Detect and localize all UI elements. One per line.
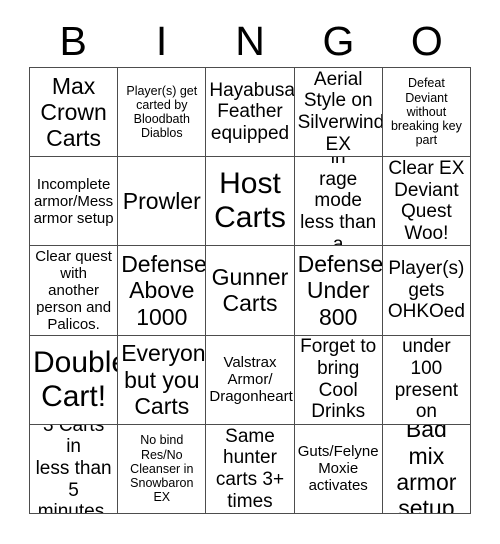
bingo-cell[interactable]: Defense Above 1000 <box>118 246 207 336</box>
bingo-cell[interactable]: Hayabusa Feather equipped <box>206 68 295 158</box>
bingo-cell-text: Defense Under 800 <box>297 251 383 330</box>
bingo-cell[interactable]: Prowler <box>118 157 207 247</box>
bingo-cell[interactable]: Guts/Felyne Moxie activates <box>294 424 383 514</box>
bingo-cell-text: Aerial Style on Silverwind EX <box>297 68 383 155</box>
bingo-cell-text: Incomplete armor/Mess armor setup <box>33 175 114 227</box>
bingo-cell-text: Host Carts <box>214 167 286 235</box>
bingo-cell[interactable]: Defeat Deviant without breaking key part <box>382 68 471 158</box>
bingo-cell-text: HR under 100 present on EX post <box>393 336 460 424</box>
bingo-cell-text: Defense Above 1000 <box>121 251 207 330</box>
bingo-cell-text: Soulseer in rage mode less than a minute… <box>300 157 377 247</box>
bingo-cell-text: Double Cart! <box>33 345 117 413</box>
bingo-cell[interactable]: Clear quest with another person and Pali… <box>30 246 119 336</box>
bingo-cell[interactable]: Soulseer in rage mode less than a minute… <box>294 157 383 247</box>
bingo-cell[interactable]: Max Crown Carts <box>30 68 119 158</box>
bingo-header-letter-i: I <box>155 18 168 64</box>
bingo-cell[interactable]: Forget to bring Cool Drinks <box>294 335 383 425</box>
bingo-cell[interactable]: Gunner Carts <box>206 246 295 336</box>
bingo-cell-text: Gunner Carts <box>211 264 289 317</box>
bingo-cell-text: Prowler <box>122 188 201 215</box>
bingo-header-letter-g: G <box>322 18 355 64</box>
bingo-cell[interactable]: Aerial Style on Silverwind EX <box>294 68 383 158</box>
bingo-cell-text: Hayabusa Feather equipped <box>209 79 295 144</box>
bingo-cell[interactable]: Everyone but you Carts <box>118 335 207 425</box>
bingo-cell[interactable]: Player(s) get carted by Bloodbath Diablo… <box>118 68 207 158</box>
bingo-cell-text: 3 Carts in less than 5 minutes. <box>35 424 112 514</box>
bingo-cell-text: Everyone but you Carts <box>121 340 206 419</box>
bingo-cell[interactable]: Valstrax Armor/ Dragonheart <box>206 335 295 425</box>
bingo-cell[interactable]: Clear EX Deviant Quest Woo! <box>382 157 471 247</box>
bingo-cell[interactable]: Defense Under 800 <box>294 246 383 336</box>
bingo-card: B I N G O Max Crown Carts Player(s) get c… <box>0 0 500 544</box>
bingo-cell[interactable]: Host Carts <box>206 157 295 247</box>
bingo-cell[interactable]: No bind Res/No Cleanser in Snowbaron EX <box>118 424 207 514</box>
bingo-cell[interactable]: Bad mix armor setup <box>382 424 471 514</box>
bingo-header-letter-b: B <box>59 18 87 64</box>
bingo-cell[interactable]: HR under 100 present on EX post <box>382 335 471 425</box>
bingo-cell-text: Guts/Felyne Moxie activates <box>297 443 379 495</box>
bingo-cell-text: Player(s) gets OHKOed <box>387 258 465 323</box>
bingo-header-row: B I N G O <box>29 16 471 67</box>
bingo-cell-text: Clear quest with another person and Pali… <box>35 247 112 334</box>
bingo-grid: Max Crown Carts Player(s) get carted by B… <box>29 67 471 514</box>
bingo-cell-text: Max Crown Carts <box>40 72 107 152</box>
bingo-header-letter-o: O <box>410 18 443 64</box>
bingo-cell[interactable]: Incomplete armor/Mess armor setup <box>30 157 119 247</box>
bingo-cell[interactable]: 3 Carts in less than 5 minutes. <box>30 424 119 514</box>
bingo-cell-text: Forget to bring Cool Drinks <box>300 336 377 423</box>
bingo-cell-text: Player(s) get carted by Bloodbath Diablo… <box>126 83 198 141</box>
bingo-cell-text: Valstrax Armor/ Dragonheart <box>209 354 293 406</box>
bingo-cell-text: Same hunter carts 3+ times <box>215 425 285 512</box>
bingo-cell[interactable]: Double Cart! <box>30 335 119 425</box>
bingo-cell-text: Defeat Deviant without breaking key part <box>390 76 462 148</box>
bingo-cell[interactable]: Same hunter carts 3+ times <box>206 424 295 514</box>
bingo-header-letter-n: N <box>235 18 265 64</box>
bingo-cell-text: No bind Res/No Cleanser in Snowbaron EX <box>130 433 194 505</box>
bingo-cell-text: Bad mix armor setup <box>396 424 457 514</box>
bingo-cell-text: Clear EX Deviant Quest Woo! <box>388 157 465 244</box>
bingo-cell[interactable]: Player(s) gets OHKOed <box>382 246 471 336</box>
